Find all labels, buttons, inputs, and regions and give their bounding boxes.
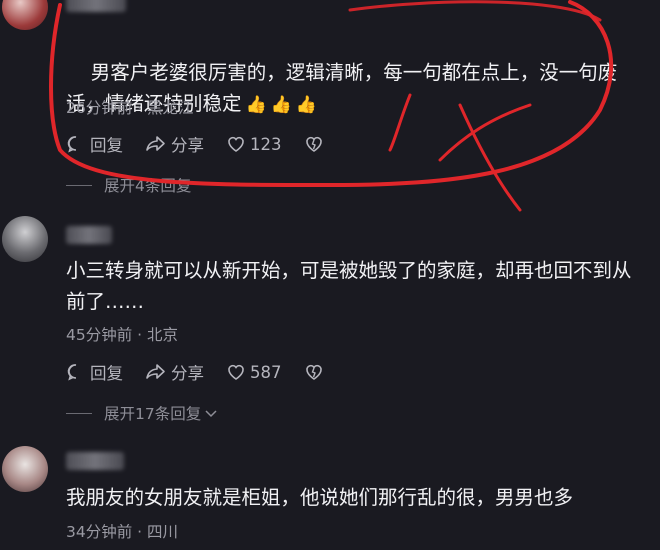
comment-text: 小三转身就可以从新开始，可是被她毁了的家庭，却再也回不到从前了…… [66,259,632,313]
dislike-button[interactable] [304,134,328,154]
share-icon [146,136,165,151]
username-blurred[interactable] [66,226,112,244]
divider-line [66,412,92,414]
expand-replies-button[interactable]: 展开17条回复 [66,402,218,424]
avatar[interactable] [2,0,48,30]
like-count: 587 [250,362,282,382]
action-bar: 回复 分享 123 [66,132,350,156]
username-blurred[interactable] [66,0,126,12]
dislike-button[interactable] [304,362,328,382]
share-icon [146,364,165,379]
like-count: 123 [250,134,282,154]
thumbs-up-icon: 👍 [295,95,318,115]
username-blurred[interactable] [66,452,124,470]
heart-icon [228,136,244,152]
like-button[interactable]: 587 [226,362,282,382]
chevron-down-icon [205,410,217,418]
comment-meta: 26分钟前 · 黑龙江 [66,99,194,117]
comment-meta: 45分钟前 · 北京 [66,326,179,344]
divider-line [66,184,92,186]
reply-button[interactable]: 回复 [66,132,123,156]
avatar[interactable] [2,216,48,262]
thumbs-up-icon: 👍 [270,95,292,115]
action-bar: 回复 分享 587 [66,360,350,384]
thumbs-up-icon: 👍 [245,95,267,115]
expand-replies-button[interactable]: 展开4条回复 [66,174,191,196]
reply-icon [67,136,77,153]
like-button[interactable]: 123 [226,134,282,154]
reply-button[interactable]: 回复 [66,360,123,384]
dislike-heart-icon [305,136,322,152]
comment-meta: 34分钟前 · 四川 [66,523,179,541]
dislike-heart-icon [305,364,322,380]
heart-icon [228,364,244,380]
comment-text: 我朋友的女朋友就是柜姐，他说她们那行乱的很，男男也多 [66,486,574,509]
share-button[interactable]: 分享 [145,360,204,384]
reply-icon [67,364,77,381]
avatar[interactable] [2,446,48,492]
share-button[interactable]: 分享 [145,132,204,156]
